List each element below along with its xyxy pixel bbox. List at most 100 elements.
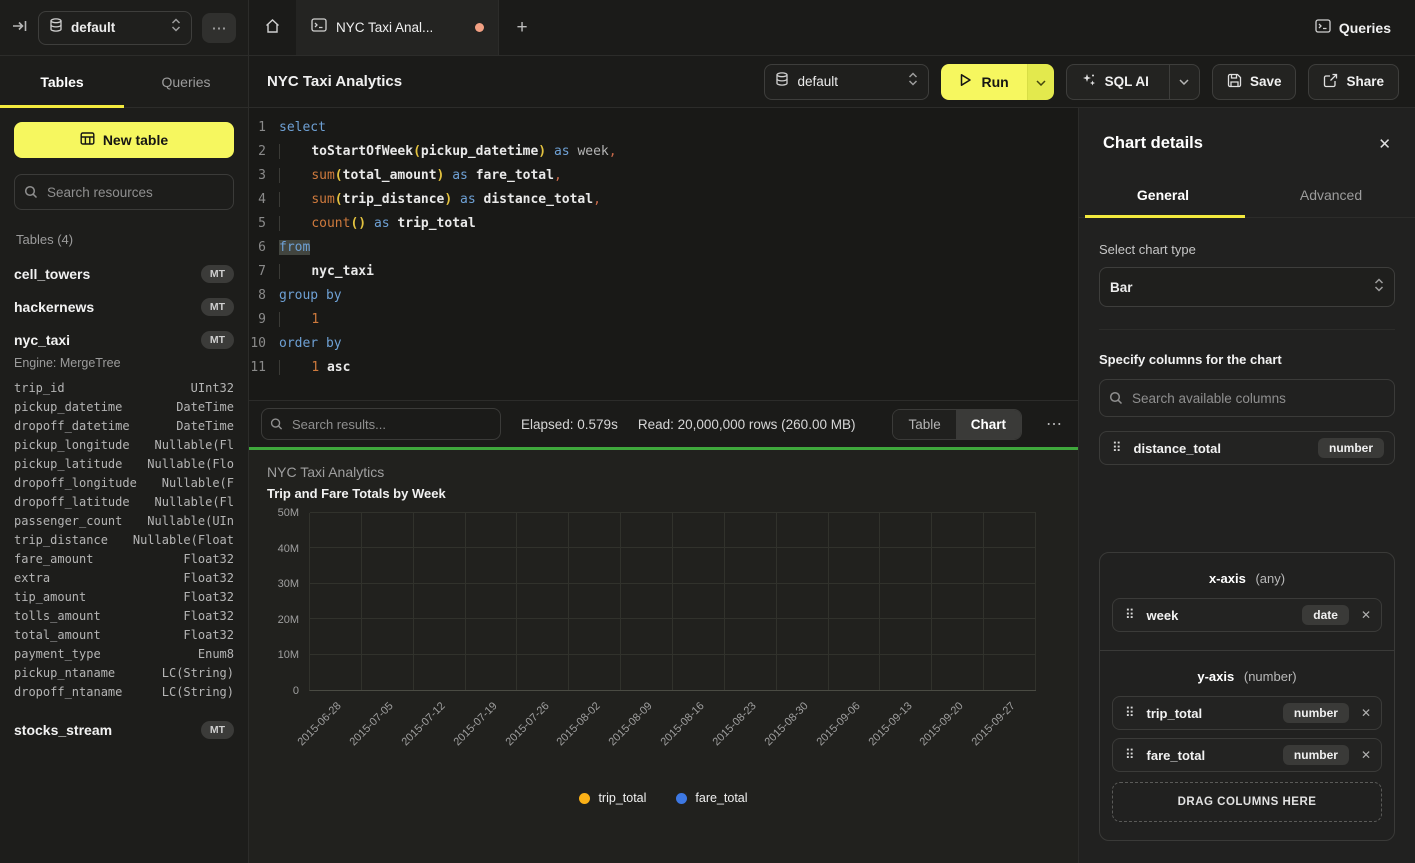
run-button[interactable]: Run xyxy=(941,64,1026,100)
view-table-button[interactable]: Table xyxy=(893,410,955,439)
column-name: fare_amount xyxy=(14,552,93,566)
tab-general[interactable]: General xyxy=(1079,175,1247,217)
code-line[interactable]: 4 sum(trip_distance) as distance_total, xyxy=(249,188,1078,212)
x-axis-items: ⠿weekdate✕ xyxy=(1112,598,1382,632)
code-line[interactable]: 2 toStartOfWeek(pickup_datetime) as week… xyxy=(249,140,1078,164)
new-table-button[interactable]: New table xyxy=(14,122,234,158)
tab-advanced[interactable]: Advanced xyxy=(1247,175,1415,217)
close-icon[interactable]: ✕ xyxy=(1378,135,1391,153)
sidebar-tabs: Tables Queries xyxy=(0,56,248,108)
tables-list: cell_towersMThackernewsMTnyc_taxiMTEngin… xyxy=(14,257,234,746)
y-axis-label: y-axis xyxy=(1197,669,1234,684)
column-name: pickup_ntaname xyxy=(14,666,115,680)
code-line[interactable]: 5 count() as trip_total xyxy=(249,212,1078,236)
table-item[interactable]: cell_towersMT xyxy=(14,257,234,290)
chart-title: NYC Taxi Analytics xyxy=(267,464,1060,480)
column-type: Float32 xyxy=(183,552,234,566)
legend-dot-icon xyxy=(579,793,590,804)
tab-queries[interactable]: Queries xyxy=(124,56,248,107)
drop-zone[interactable]: DRAG COLUMNS HERE xyxy=(1112,782,1382,822)
code-line[interactable]: 3 sum(total_amount) as fare_total, xyxy=(249,164,1078,188)
column-search-input[interactable] xyxy=(1099,379,1395,417)
drag-handle-icon[interactable]: ⠿ xyxy=(1125,705,1135,721)
queries-button[interactable]: Queries xyxy=(1291,0,1415,55)
sql-ai-button[interactable]: SQL AI xyxy=(1066,64,1200,100)
chart-column: 2015-06-28 xyxy=(310,513,362,690)
legend-item[interactable]: trip_total xyxy=(579,791,646,805)
chart-type-selector[interactable]: Bar xyxy=(1099,267,1395,307)
code-line[interactable]: 10order by xyxy=(249,332,1078,356)
remove-icon[interactable]: ✕ xyxy=(1361,706,1371,720)
column-name: passenger_count xyxy=(14,514,122,528)
code-line[interactable]: 7 nyc_taxi xyxy=(249,260,1078,284)
x-axis-constraint: (any) xyxy=(1255,571,1285,586)
results-toolbar: Elapsed: 0.579s Read: 20,000,000 rows (2… xyxy=(249,400,1078,447)
sql-ai-options-button[interactable] xyxy=(1169,65,1199,99)
collapse-sidebar-button[interactable] xyxy=(12,18,28,37)
column-type: Float32 xyxy=(183,590,234,604)
workspace: 1select2 toStartOfWeek(pickup_datetime) … xyxy=(249,108,1415,863)
table-item[interactable]: stocks_streamMT xyxy=(14,713,234,746)
share-button[interactable]: Share xyxy=(1308,64,1399,100)
legend-item[interactable]: fare_total xyxy=(676,791,747,805)
column-pill[interactable]: ⠿weekdate✕ xyxy=(1112,598,1382,632)
tab-nyc-taxi-analytics[interactable]: NYC Taxi Anal... xyxy=(297,0,499,55)
resource-search-input[interactable] xyxy=(14,174,234,210)
column-pill[interactable]: ⠿trip_totalnumber✕ xyxy=(1112,696,1382,730)
view-toggle: Table Chart xyxy=(892,409,1022,440)
chart-column: 2015-08-02 xyxy=(569,513,621,690)
drag-handle-icon[interactable]: ⠿ xyxy=(1125,747,1135,763)
tab-tables[interactable]: Tables xyxy=(0,56,124,107)
line-number: 1 xyxy=(249,116,279,140)
code-line[interactable]: 1select xyxy=(249,116,1078,140)
column-name: trip_distance xyxy=(14,533,108,547)
sidebar-body: New table Tables (4) cell_towersMThacker… xyxy=(0,108,248,863)
sidebar-more-button[interactable]: ⋯ xyxy=(202,13,236,43)
column-pill[interactable]: ⠿fare_totalnumber✕ xyxy=(1112,738,1382,772)
remove-icon[interactable]: ✕ xyxy=(1361,608,1371,622)
play-icon xyxy=(959,73,972,90)
sql-editor[interactable]: 1select2 toStartOfWeek(pickup_datetime) … xyxy=(249,108,1078,400)
type-badge: number xyxy=(1283,745,1349,765)
column-type: Nullable(Fl xyxy=(155,438,234,452)
chevron-updown-icon xyxy=(908,72,918,91)
line-number: 3 xyxy=(249,164,279,188)
engine-badge: MT xyxy=(201,298,234,316)
save-button[interactable]: Save xyxy=(1212,64,1297,100)
new-tab-button[interactable]: + xyxy=(499,0,545,55)
code-line[interactable]: 6from xyxy=(249,236,1078,260)
line-number: 10 xyxy=(249,332,279,356)
chart-column: 2015-09-20 xyxy=(932,513,984,690)
drag-handle-icon[interactable]: ⠿ xyxy=(1125,607,1135,623)
tab-title: NYC Taxi Anal... xyxy=(336,20,433,35)
details-tabs: General Advanced xyxy=(1079,175,1415,218)
sidebar-database-selector[interactable]: default xyxy=(38,11,192,45)
home-button[interactable] xyxy=(249,0,297,55)
view-chart-button[interactable]: Chart xyxy=(956,410,1021,439)
column-pill[interactable]: ⠿distance_totalnumber xyxy=(1099,431,1395,465)
drag-handle-icon[interactable]: ⠿ xyxy=(1112,440,1122,456)
code-line[interactable]: 9 1 xyxy=(249,308,1078,332)
sparkles-icon xyxy=(1081,72,1097,91)
chevron-updown-icon xyxy=(1374,278,1384,297)
code-line[interactable]: 11 1 asc xyxy=(249,356,1078,380)
line-number: 2 xyxy=(249,140,279,164)
resource-search xyxy=(14,174,234,210)
table-item[interactable]: hackernewsMT xyxy=(14,290,234,323)
table-name: stocks_stream xyxy=(14,722,112,738)
column-name: trip_id xyxy=(14,381,65,395)
column-name: payment_type xyxy=(14,647,101,661)
results-more-button[interactable]: ⋯ xyxy=(1042,414,1066,434)
chevron-down-icon xyxy=(1179,79,1189,85)
chart-column: 2015-09-06 xyxy=(829,513,881,690)
chart-panel: NYC Taxi Analytics Trip and Fare Totals … xyxy=(249,447,1078,863)
database-icon xyxy=(775,72,789,92)
code-line[interactable]: 8group by xyxy=(249,284,1078,308)
table-item[interactable]: nyc_taxiMT xyxy=(14,323,234,356)
results-search-input[interactable] xyxy=(261,408,501,440)
toolbar-database-selector[interactable]: default xyxy=(764,64,929,100)
run-options-button[interactable] xyxy=(1027,64,1054,100)
remove-icon[interactable]: ✕ xyxy=(1361,748,1371,762)
new-table-label: New table xyxy=(103,132,168,148)
column-type: Nullable(UIn xyxy=(147,514,234,528)
